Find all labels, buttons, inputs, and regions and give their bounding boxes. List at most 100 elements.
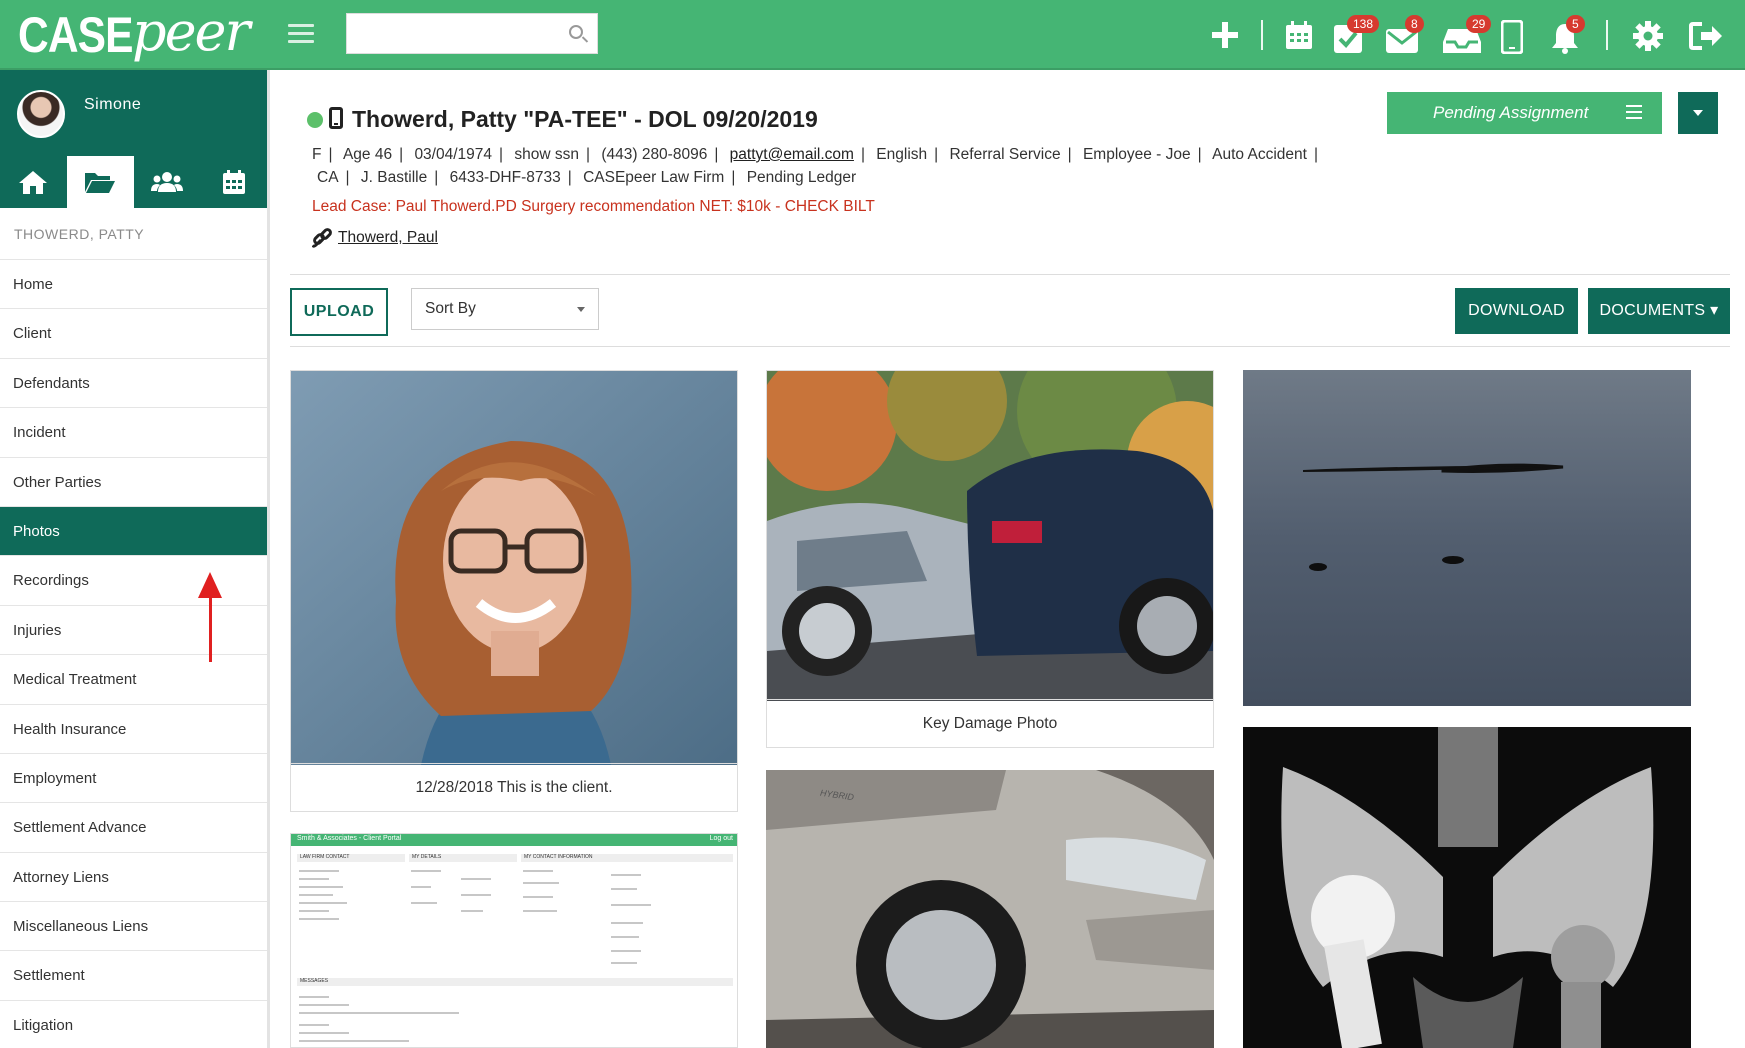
sidebar-item-client[interactable]: Client bbox=[0, 309, 267, 359]
inbox-button[interactable]: 29 bbox=[1442, 15, 1492, 58]
menu-icon[interactable] bbox=[288, 24, 314, 44]
xray-photo[interactable] bbox=[1243, 727, 1691, 1048]
user-panel: Simone bbox=[0, 70, 267, 156]
referral: Referral Service bbox=[949, 146, 1061, 163]
status-dot bbox=[307, 112, 323, 128]
mobile-phone-icon[interactable] bbox=[1501, 20, 1523, 54]
calendar-icon[interactable] bbox=[1285, 20, 1313, 50]
portal-header: Smith & Associates - Client Portal Log o… bbox=[291, 834, 737, 846]
sidebar-item-photos[interactable]: Photos bbox=[0, 506, 267, 557]
notifications-badge: 5 bbox=[1566, 15, 1585, 33]
ledger-status: Pending Ledger bbox=[746, 169, 857, 186]
case-info-line-2: CA | J. Bastille | 6433-DHF-8733 | CASEpeer… bbox=[317, 169, 857, 186]
photo-caption: 12/28/2018 This is the client. bbox=[291, 763, 737, 811]
toolbar-divider bbox=[1261, 20, 1263, 50]
search-icon[interactable] bbox=[569, 25, 583, 39]
gear-icon[interactable] bbox=[1632, 20, 1664, 52]
sidebar-item-attorney-liens[interactable]: Attorney Liens bbox=[0, 853, 267, 903]
casepeer-logo[interactable]: CASE peer bbox=[18, 0, 250, 64]
photo-card-suv-damage[interactable]: HYBRID bbox=[766, 770, 1214, 1048]
tab-home[interactable] bbox=[0, 156, 67, 208]
sidebar-item-employment[interactable]: Employment bbox=[0, 754, 267, 804]
sidebar-item-miscellaneous-liens[interactable]: Miscellaneous Liens bbox=[0, 902, 267, 952]
law-firm: CASEpeer Law Firm bbox=[583, 169, 725, 186]
case-type: Auto Accident bbox=[1212, 146, 1307, 163]
portal-messages bbox=[299, 996, 459, 1042]
sidebar-item-medical-treatment[interactable]: Medical Treatment bbox=[0, 655, 267, 705]
top-bar: CASE peer 138 8 29 5 bbox=[0, 0, 1745, 70]
users-icon bbox=[150, 172, 183, 192]
photo-card-scratch[interactable] bbox=[1243, 370, 1691, 706]
sidebar: Simone THOWERD, PATTY Home Client Defend… bbox=[0, 70, 270, 1048]
paint-scratch-photo[interactable] bbox=[1243, 370, 1691, 706]
sidebar-item-incident[interactable]: Incident bbox=[0, 408, 267, 458]
search-input[interactable] bbox=[347, 14, 557, 53]
client-portrait-photo[interactable] bbox=[291, 371, 737, 765]
language: English bbox=[876, 146, 928, 163]
documents-dropdown-button[interactable]: DOCUMENTS ▾ bbox=[1588, 288, 1730, 334]
phone-number: (443) 280-8096 bbox=[601, 146, 708, 163]
photo-card-key-damage[interactable]: Key Damage Photo bbox=[766, 370, 1214, 748]
avatar[interactable] bbox=[17, 90, 65, 138]
case-info-line-1: F | Age 46 | 03/04/1974 | show ssn | (443) 2… bbox=[312, 146, 1318, 163]
status-dropdown-button[interactable] bbox=[1678, 92, 1718, 134]
divider bbox=[290, 274, 1730, 275]
gender: F bbox=[312, 146, 322, 163]
sort-by-select[interactable]: Sort By bbox=[411, 288, 599, 330]
upload-button[interactable]: UPLOAD bbox=[290, 288, 388, 336]
photo-card-client[interactable]: 12/28/2018 This is the client. bbox=[290, 370, 738, 812]
mobile-phone-icon bbox=[329, 107, 343, 129]
lead-case-note: Lead Case: Paul Thowerd.PD Surgery recom… bbox=[312, 198, 875, 215]
tab-cases[interactable] bbox=[66, 156, 134, 208]
list-icon bbox=[1626, 105, 1642, 123]
username[interactable]: Simone bbox=[84, 96, 141, 114]
sidebar-item-injuries[interactable]: Injuries bbox=[0, 606, 267, 656]
tasks-button[interactable]: 138 bbox=[1333, 15, 1380, 58]
photo-card-xray[interactable] bbox=[1243, 727, 1691, 1048]
sidebar-icon-tabs bbox=[0, 156, 267, 208]
search-box[interactable] bbox=[346, 13, 598, 54]
sidebar-item-settlement[interactable]: Settlement bbox=[0, 951, 267, 1001]
car-crash-photo[interactable] bbox=[767, 371, 1213, 701]
sidebar-item-defendants[interactable]: Defendants bbox=[0, 359, 267, 409]
status-label: Pending Assignment bbox=[1433, 103, 1589, 122]
logout-icon[interactable] bbox=[1688, 21, 1724, 51]
photo-caption: Key Damage Photo bbox=[767, 699, 1213, 747]
divider bbox=[290, 346, 1730, 347]
home-icon bbox=[19, 171, 48, 194]
sidebar-item-settlement-advance[interactable]: Settlement Advance bbox=[0, 803, 267, 853]
case-title: Thowerd, Patty "PA-TEE" - DOL 09/20/2019 bbox=[352, 106, 818, 132]
suv-damage-photo[interactable] bbox=[766, 770, 1214, 1048]
related-case-link[interactable]: Thowerd, Paul bbox=[312, 228, 438, 248]
tab-calendar[interactable] bbox=[200, 156, 267, 208]
sidebar-item-health-insurance[interactable]: Health Insurance bbox=[0, 705, 267, 754]
messages-button[interactable]: 8 bbox=[1385, 15, 1425, 58]
age: Age 46 bbox=[342, 146, 393, 163]
pending-assignment-button[interactable]: Pending Assignment bbox=[1387, 92, 1662, 134]
state: CA bbox=[317, 169, 339, 186]
download-button[interactable]: DOWNLOAD bbox=[1455, 288, 1578, 334]
portal-content bbox=[299, 870, 651, 964]
calendar-icon bbox=[222, 170, 245, 194]
dob: 03/04/1974 bbox=[414, 146, 493, 163]
toolbar-divider bbox=[1606, 20, 1608, 50]
case-number: 6433-DHF-8733 bbox=[449, 169, 561, 186]
sidebar-item-other-parties[interactable]: Other Parties bbox=[0, 458, 267, 507]
add-icon[interactable] bbox=[1210, 20, 1240, 50]
annotation-arrow bbox=[209, 592, 212, 662]
email-link[interactable]: pattyt@email.com bbox=[730, 146, 854, 163]
link-icon bbox=[312, 228, 332, 248]
tab-contacts[interactable] bbox=[134, 156, 201, 208]
photo-card-client-portal[interactable]: Smith & Associates - Client Portal Log o… bbox=[290, 833, 738, 1048]
messages-badge: 8 bbox=[1405, 15, 1424, 33]
sidebar-item-litigation[interactable]: Litigation bbox=[0, 1001, 267, 1048]
tasks-badge: 138 bbox=[1347, 15, 1380, 33]
inbox-badge: 29 bbox=[1466, 15, 1492, 33]
sidebar-item-recordings[interactable]: Recordings bbox=[0, 556, 267, 606]
folder-open-icon bbox=[85, 173, 116, 193]
sidebar-item-home[interactable]: Home bbox=[0, 260, 267, 310]
sidebar-case-name: THOWERD, PATTY bbox=[0, 208, 267, 260]
notifications-button[interactable]: 5 bbox=[1550, 15, 1590, 58]
attorney: J. Bastille bbox=[360, 169, 428, 186]
show-ssn-link[interactable]: show ssn bbox=[514, 146, 579, 163]
